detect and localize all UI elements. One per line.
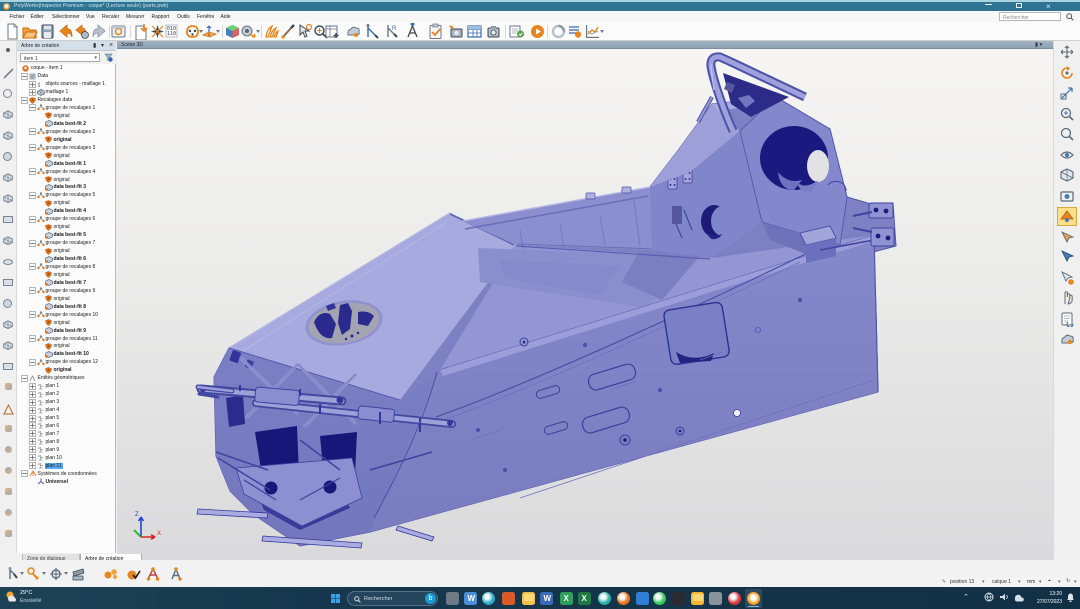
svg-text:Z: Z: [135, 512, 139, 518]
svg-text:R: R: [392, 26, 397, 32]
svg-text:X: X: [157, 531, 161, 537]
svg-text:110: 110: [167, 31, 176, 37]
